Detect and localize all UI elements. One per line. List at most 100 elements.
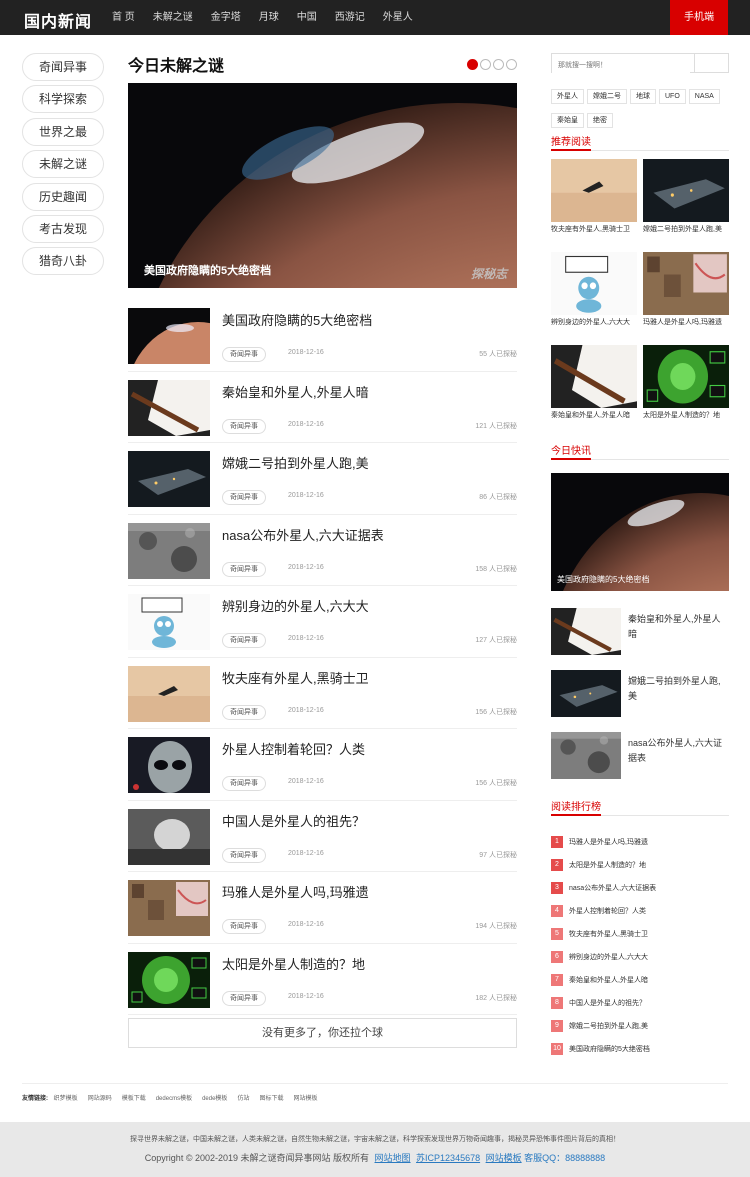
article-row[interactable]: 辨别身边的外星人,六大大 奇闻异事 2018-12-16 127 人已探秘 bbox=[128, 586, 517, 658]
article-thumbnail[interactable] bbox=[128, 594, 210, 650]
recommend-thumbnail[interactable] bbox=[643, 252, 729, 315]
friend-link[interactable]: 网站源码 bbox=[88, 1096, 112, 1102]
rank-item[interactable]: 5 牧夫座有外星人,黑骑士卫 bbox=[551, 923, 729, 946]
category-item[interactable]: 历史趣闻 bbox=[22, 182, 104, 211]
tag-link[interactable]: UFO bbox=[659, 89, 686, 104]
carousel-dot[interactable] bbox=[506, 59, 517, 70]
mobile-button[interactable]: 手机端 bbox=[670, 0, 728, 35]
article-category-tag[interactable]: 奇闻异事 bbox=[222, 561, 266, 577]
recommend-thumbnail[interactable] bbox=[643, 159, 729, 222]
quick-news-title[interactable]: nasa公布外星人,六大证据表 bbox=[628, 736, 728, 766]
recommend-thumbnail[interactable] bbox=[643, 345, 729, 408]
article-category-tag[interactable]: 奇闻异事 bbox=[222, 776, 266, 791]
article-thumbnail[interactable] bbox=[128, 665, 210, 722]
article-row[interactable]: 秦始皇和外星人,外星人暗 奇闻异事 2018-12-16 121 人已探秘 bbox=[128, 372, 517, 443]
recommend-card[interactable]: 辨别身边的外星人,六大大 bbox=[551, 252, 637, 328]
rank-item[interactable]: 4 外星人控制着轮回？人类 bbox=[551, 900, 729, 923]
tag-link[interactable]: 绝密 bbox=[587, 113, 613, 128]
recommend-title[interactable]: 玛雅人是外星人吗,玛雅遗 bbox=[643, 317, 729, 328]
category-item[interactable]: 科学探索 bbox=[22, 85, 104, 114]
article-row[interactable]: 太阳是外星人制造的？地 奇闻异事 2018-12-16 182 人已探秘 bbox=[128, 944, 517, 1015]
friend-link[interactable]: 网站模板 bbox=[293, 1096, 317, 1102]
article-row[interactable]: 中国人是外星人的祖先？ 奇闻异事 2018-12-16 97 人已探秘 bbox=[128, 801, 517, 872]
recommend-thumbnail[interactable] bbox=[551, 159, 637, 222]
friend-link[interactable]: 图标下载 bbox=[259, 1096, 283, 1102]
icp-link[interactable]: 苏ICP12345678 bbox=[416, 1153, 480, 1163]
article-category-tag[interactable]: 奇闻异事 bbox=[222, 847, 266, 863]
search-input[interactable] bbox=[552, 56, 690, 75]
article-category-tag[interactable]: 奇闻异事 bbox=[222, 418, 266, 434]
nav-item[interactable]: 月球 bbox=[259, 0, 279, 35]
article-row[interactable]: 牧夫座有外星人,黑骑士卫 奇闻异事 2018-12-16 156 人已探秘 bbox=[128, 658, 517, 729]
quick-news-thumbnail[interactable] bbox=[551, 608, 621, 655]
article-row[interactable]: 嫦娥二号拍到外星人跑,美 奇闻异事 2018-12-16 86 人已探秘 bbox=[128, 443, 517, 515]
friend-link[interactable]: 织梦模板 bbox=[54, 1096, 78, 1102]
article-category-tag[interactable]: 奇闻异事 bbox=[222, 633, 266, 648]
tag-link[interactable]: 秦始皇 bbox=[551, 113, 584, 128]
recommend-card[interactable]: 太阳是外星人制造的？地 bbox=[643, 345, 729, 421]
rank-title[interactable]: 嫦娥二号拍到外星人跑,美 bbox=[569, 1021, 648, 1031]
article-title[interactable]: 美国政府隐瞒的5大绝密档 bbox=[222, 310, 372, 329]
category-item[interactable]: 世界之最 bbox=[22, 117, 104, 146]
rank-title[interactable]: 外星人控制着轮回？人类 bbox=[569, 906, 646, 916]
rank-title[interactable]: 玛雅人是外星人吗,玛雅遗 bbox=[569, 837, 648, 847]
tag-link[interactable]: NASA bbox=[688, 89, 720, 104]
rank-title[interactable]: 美国政府隐瞒的5大绝密档 bbox=[569, 1044, 650, 1054]
article-title[interactable]: 秦始皇和外星人,外星人暗 bbox=[222, 382, 369, 401]
article-thumbnail[interactable] bbox=[128, 808, 210, 865]
friend-link[interactable]: dede模板 bbox=[202, 1096, 227, 1102]
article-thumbnail[interactable] bbox=[128, 737, 210, 793]
rank-title[interactable]: 太阳是外星人制造的？地 bbox=[569, 860, 646, 870]
recommend-title[interactable]: 牧夫座有外星人,黑骑士卫 bbox=[551, 224, 637, 235]
article-title[interactable]: nasa公布外星人,六大证据表 bbox=[222, 525, 384, 544]
article-title[interactable]: 中国人是外星人的祖先？ bbox=[222, 811, 365, 830]
site-logo[interactable]: 国内新闻 bbox=[24, 8, 92, 32]
rank-item[interactable]: 1 玛雅人是外星人吗,玛雅遗 bbox=[551, 831, 729, 854]
article-title[interactable]: 太阳是外星人制造的？地 bbox=[222, 954, 365, 973]
hero-slide[interactable]: 美国政府隐瞒的5大绝密档 探秘志 bbox=[128, 83, 517, 288]
article-thumbnail[interactable] bbox=[128, 308, 210, 364]
nav-item[interactable]: 西游记 bbox=[335, 0, 365, 35]
carousel-dot[interactable] bbox=[493, 59, 504, 70]
rank-title[interactable]: nasa公布外星人,六大证据表 bbox=[569, 883, 656, 893]
rank-title[interactable]: 辨别身边的外星人,六大大 bbox=[569, 952, 648, 962]
quick-news-title[interactable]: 秦始皇和外星人,外星人暗 bbox=[628, 612, 728, 642]
recommend-card[interactable]: 嫦娥二号拍到外星人跑,美 bbox=[643, 159, 729, 235]
article-row[interactable]: 美国政府隐瞒的5大绝密档 奇闻异事 2018-12-16 55 人已探秘 bbox=[128, 300, 517, 372]
quick-news-item[interactable]: 秦始皇和外星人,外星人暗 bbox=[551, 608, 729, 656]
load-more-button[interactable]: 没有更多了，你还拉个球 bbox=[128, 1018, 517, 1048]
article-category-tag[interactable]: 奇闻异事 bbox=[222, 990, 266, 1006]
recommend-title[interactable]: 秦始皇和外星人,外星人暗 bbox=[551, 410, 637, 421]
rank-item[interactable]: 9 嫦娥二号拍到外星人跑,美 bbox=[551, 1015, 729, 1038]
rank-title[interactable]: 秦始皇和外星人,外星人暗 bbox=[569, 975, 648, 985]
article-title[interactable]: 嫦娥二号拍到外星人跑,美 bbox=[222, 453, 369, 472]
quick-news-thumbnail[interactable] bbox=[551, 732, 621, 779]
article-title[interactable]: 玛雅人是外星人吗,玛雅遗 bbox=[222, 882, 369, 901]
friend-link[interactable]: 模板下载 bbox=[122, 1096, 146, 1102]
article-title[interactable]: 外星人控制着轮回？人类 bbox=[222, 739, 365, 758]
recommend-thumbnail[interactable] bbox=[551, 345, 637, 408]
nav-item[interactable]: 未解之谜 bbox=[153, 0, 193, 35]
category-item[interactable]: 考古发现 bbox=[22, 214, 104, 243]
recommend-title[interactable]: 太阳是外星人制造的？地 bbox=[643, 410, 729, 421]
article-category-tag[interactable]: 奇闻异事 bbox=[222, 704, 266, 720]
article-category-tag[interactable]: 奇闻异事 bbox=[222, 347, 266, 362]
category-item[interactable]: 猎奇八卦 bbox=[22, 247, 104, 276]
tag-link[interactable]: 地球 bbox=[630, 89, 656, 104]
rank-item[interactable]: 6 辨别身边的外星人,六大大 bbox=[551, 946, 729, 969]
article-title[interactable]: 辨别身边的外星人,六大大 bbox=[222, 596, 369, 615]
rank-item[interactable]: 10 美国政府隐瞒的5大绝密档 bbox=[551, 1038, 729, 1061]
article-category-tag[interactable]: 奇闻异事 bbox=[222, 490, 266, 505]
friend-link[interactable]: 仿站 bbox=[237, 1096, 249, 1102]
carousel-dot[interactable] bbox=[467, 59, 478, 70]
article-category-tag[interactable]: 奇闻异事 bbox=[222, 919, 266, 934]
rank-item[interactable]: 2 太阳是外星人制造的？地 bbox=[551, 854, 729, 877]
tag-link[interactable]: 外星人 bbox=[551, 89, 584, 104]
rank-title[interactable]: 中国人是外星人的祖先？ bbox=[569, 998, 646, 1008]
rank-item[interactable]: 8 中国人是外星人的祖先？ bbox=[551, 992, 729, 1015]
article-row[interactable]: 玛雅人是外星人吗,玛雅遗 奇闻异事 2018-12-16 194 人已探秘 bbox=[128, 872, 517, 944]
search-button[interactable] bbox=[694, 54, 728, 72]
recommend-title[interactable]: 嫦娥二号拍到外星人跑,美 bbox=[643, 224, 729, 235]
quick-news-title[interactable]: 嫦娥二号拍到外星人跑,美 bbox=[628, 674, 728, 704]
nav-item[interactable]: 金字塔 bbox=[211, 0, 241, 35]
